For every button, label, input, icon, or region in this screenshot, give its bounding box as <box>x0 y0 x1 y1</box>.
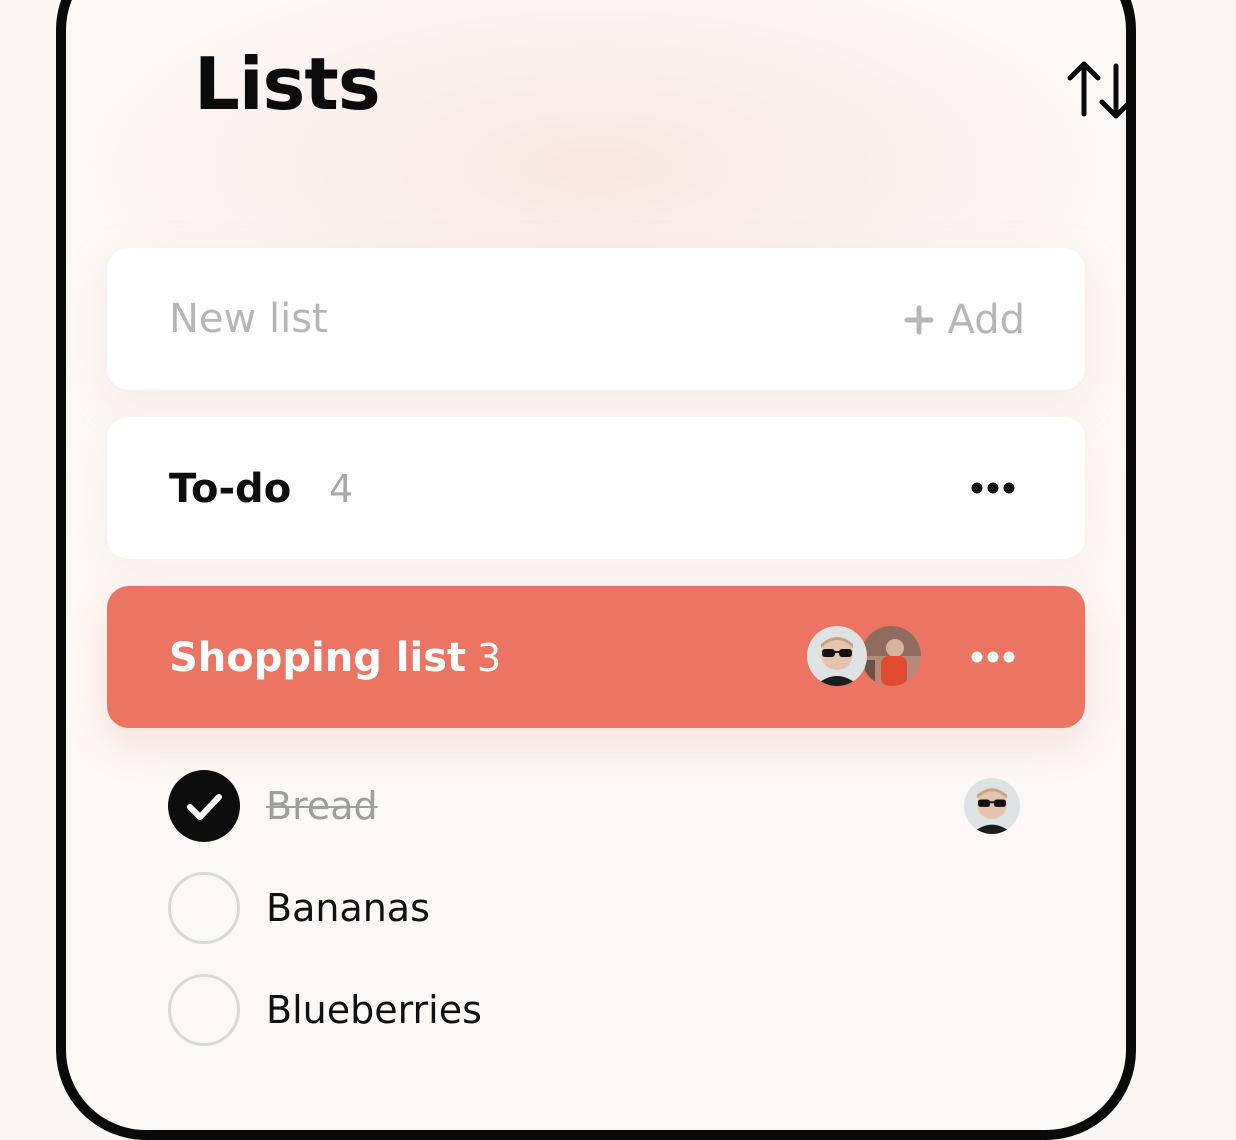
phone-frame: Lists <box>56 0 1136 1140</box>
new-list-card: Add <box>107 248 1085 390</box>
more-icon <box>971 651 1015 663</box>
list-count: 3 <box>477 636 502 680</box>
list-card-todo[interactable]: To-do 4 <box>107 417 1085 559</box>
item-label: Bread <box>266 784 378 828</box>
list-name: To-do <box>169 466 292 512</box>
item-label: Bananas <box>266 886 430 930</box>
avatar <box>807 626 867 686</box>
check-icon <box>187 794 222 820</box>
list-count: 4 <box>329 467 354 511</box>
item-checkbox[interactable] <box>168 974 240 1046</box>
sort-button[interactable] <box>1062 58 1126 122</box>
list-card-shopping[interactable]: Shopping list 3 <box>107 586 1085 728</box>
new-list-input[interactable] <box>169 290 769 348</box>
avatar <box>964 778 1020 834</box>
add-list-button[interactable]: Add <box>904 294 1025 346</box>
list-more-button[interactable] <box>967 473 1019 503</box>
list-more-button[interactable] <box>967 642 1019 672</box>
more-icon <box>971 482 1015 494</box>
list-name: Shopping list <box>169 635 467 681</box>
shared-avatars[interactable] <box>807 626 923 688</box>
avatar <box>861 626 921 686</box>
add-label: Add <box>947 297 1025 343</box>
item-checkbox[interactable] <box>168 770 240 842</box>
plus-icon <box>904 305 934 335</box>
sort-icon <box>1067 61 1126 119</box>
item-checkbox[interactable] <box>168 872 240 944</box>
page-title: Lists <box>194 42 381 126</box>
list-item: Blueberries <box>168 974 1028 1046</box>
item-label: Blueberries <box>266 988 482 1032</box>
list-item: Bread <box>168 770 1028 842</box>
list-item: Bananas <box>168 872 1028 944</box>
